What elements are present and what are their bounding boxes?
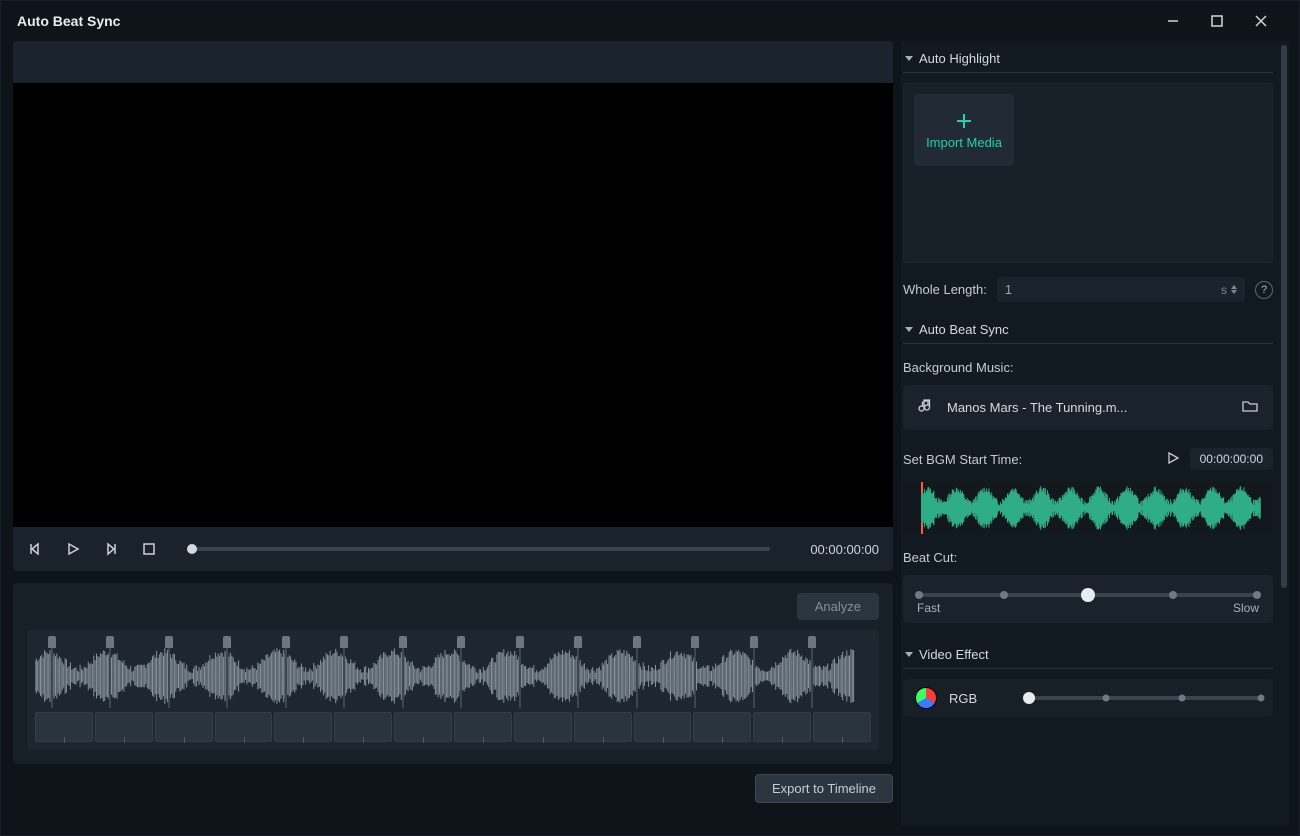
preview-timecode: 00:00:00:00 [810, 542, 879, 557]
segment-row [35, 712, 871, 742]
close-button[interactable] [1239, 1, 1283, 41]
playhead-scrubber[interactable] [187, 547, 770, 551]
segment[interactable] [215, 712, 273, 742]
whole-length-input[interactable]: 1 s [997, 277, 1245, 302]
chevron-down-icon [905, 327, 913, 332]
timeline-waveform [35, 644, 855, 708]
transport-bar: 00:00:00:00 [13, 527, 893, 571]
frame-forward-button[interactable] [103, 541, 119, 557]
segment[interactable] [95, 712, 153, 742]
stop-button[interactable] [141, 541, 157, 557]
export-to-timeline-button[interactable]: Export to Timeline [755, 774, 893, 803]
import-media-label: Import Media [926, 135, 1002, 150]
scrubber-knob[interactable] [187, 544, 197, 554]
play-button[interactable] [65, 541, 81, 557]
chevron-down-icon [905, 652, 913, 657]
music-note-icon [917, 397, 935, 418]
maximize-button[interactable] [1195, 1, 1239, 41]
segment[interactable] [693, 712, 751, 742]
import-media-button[interactable]: Import Media [914, 94, 1014, 166]
segment[interactable] [753, 712, 811, 742]
folder-icon[interactable] [1241, 397, 1259, 418]
section-header-auto-beat-sync[interactable]: Auto Beat Sync [903, 316, 1273, 344]
beat-markers [35, 636, 871, 648]
beat-cut-label: Beat Cut: [903, 550, 1273, 565]
segment[interactable] [634, 712, 692, 742]
timeline-panel: Analyze [13, 583, 893, 764]
scrollbar-thumb[interactable] [1281, 45, 1287, 588]
scrollbar[interactable] [1281, 45, 1287, 821]
titlebar: Auto Beat Sync [1, 1, 1299, 41]
bgm-start-time[interactable]: 00:00:00:00 [1190, 448, 1273, 470]
beat-cut-slider-box: Fast Slow [903, 575, 1273, 623]
beat-cut-slider[interactable] [919, 593, 1257, 597]
effect-name: RGB [949, 691, 1017, 706]
media-bin[interactable]: Import Media [903, 83, 1273, 263]
whole-length-unit: s [1221, 283, 1227, 297]
whole-length-value: 1 [1005, 282, 1221, 297]
timeline-wave-area[interactable] [27, 630, 879, 750]
settings-panel: Auto Highlight Import Media Whole Length… [901, 41, 1289, 825]
frame-back-button[interactable] [27, 541, 43, 557]
spinner-icon[interactable] [1231, 285, 1237, 294]
bgm-play-button[interactable] [1166, 451, 1180, 468]
segment[interactable] [454, 712, 512, 742]
window-title: Auto Beat Sync [17, 13, 120, 29]
segment[interactable] [813, 712, 871, 742]
section-header-video-effect[interactable]: Video Effect [903, 641, 1273, 669]
bgm-waveform[interactable] [903, 482, 1273, 534]
effect-thumb[interactable] [1023, 692, 1035, 704]
left-column: 00:00:00:00 Analyze [13, 41, 893, 825]
beat-cut-fast-label: Fast [917, 601, 940, 615]
rgb-swatch-icon [915, 687, 937, 709]
segment[interactable] [394, 712, 452, 742]
analyze-button[interactable]: Analyze [797, 593, 879, 620]
bgm-track-name: Manos Mars - The Tunning.m... [947, 400, 1229, 415]
beat-cut-thumb[interactable] [1081, 588, 1095, 602]
section-title: Video Effect [919, 647, 989, 662]
segment[interactable] [155, 712, 213, 742]
segment[interactable] [274, 712, 332, 742]
preview-video[interactable] [13, 83, 893, 527]
whole-length-label: Whole Length: [903, 282, 987, 297]
preview-panel: 00:00:00:00 [13, 41, 893, 571]
effect-row-rgb: RGB [903, 679, 1273, 717]
section-header-auto-highlight[interactable]: Auto Highlight [903, 45, 1273, 73]
effect-strength-slider[interactable] [1029, 696, 1261, 700]
bgm-track-row: Manos Mars - The Tunning.m... [903, 385, 1273, 430]
minimize-button[interactable] [1151, 1, 1195, 41]
preview-header [13, 41, 893, 83]
set-bgm-start-label: Set BGM Start Time: [903, 452, 1022, 467]
segment[interactable] [574, 712, 632, 742]
segment[interactable] [514, 712, 572, 742]
help-button[interactable]: ? [1255, 281, 1273, 299]
section-title: Auto Highlight [919, 51, 1000, 66]
background-music-label: Background Music: [903, 360, 1273, 375]
segment[interactable] [35, 712, 93, 742]
chevron-down-icon [905, 56, 913, 61]
segment[interactable] [334, 712, 392, 742]
section-title: Auto Beat Sync [919, 322, 1009, 337]
beat-cut-slow-label: Slow [1233, 601, 1259, 615]
app-window: Auto Beat Sync [0, 0, 1300, 836]
